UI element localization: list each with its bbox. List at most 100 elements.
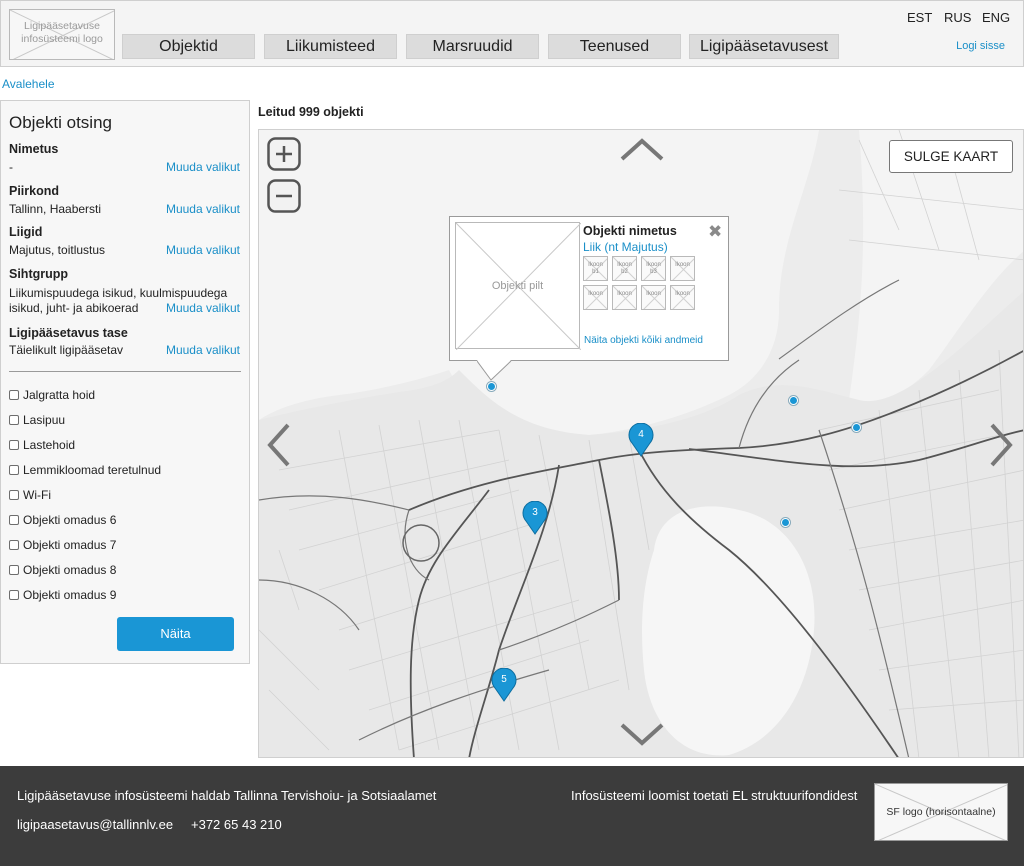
option-lasipuu[interactable]: Lasipuu (9, 412, 65, 428)
option-omadus-8[interactable]: Objekti omadus 8 (9, 562, 116, 578)
map-marker-dot[interactable] (852, 423, 861, 432)
footer-phone: +372 65 43 210 (191, 817, 282, 832)
filter-value-piirkond: Tallinn, Haabersti (9, 202, 102, 216)
pan-left-icon[interactable] (265, 422, 291, 468)
icon-placeholder-cross (671, 286, 694, 309)
change-piirkond-link[interactable]: Muuda valikut (166, 202, 240, 216)
option-label: Lastehoid (23, 438, 76, 452)
site-logo[interactable]: Ligipääsetavuse infosüsteemi logo (9, 9, 115, 60)
lang-rus[interactable]: RUS (944, 10, 971, 25)
nav-marsruudid[interactable]: Marsruudid (406, 34, 539, 59)
option-label: Jalgratta hoid (23, 388, 96, 402)
login-link[interactable]: Logi sisse (956, 40, 1005, 52)
close-map-button[interactable]: SULGE KAART (889, 140, 1013, 173)
nav-teenused[interactable]: Teenused (548, 34, 681, 59)
icon-label: Ikoon b2 (617, 262, 632, 275)
header: Ligipääsetavuse infosüsteemi logo Objekt… (0, 0, 1024, 67)
pan-right-icon[interactable] (989, 422, 1015, 468)
option-omadus-9[interactable]: Objekti omadus 9 (9, 587, 116, 603)
footer-email[interactable]: ligipaasetavus@tallinnlv.ee (17, 817, 173, 832)
filter-value-tase: Täielikult ligipääsetav (9, 343, 124, 357)
search-sidebar: Objekti otsing Nimetus - Muuda valikut P… (0, 100, 250, 664)
checkbox[interactable] (9, 490, 19, 500)
icon-label: Ikoon (646, 291, 661, 297)
option-jalgratta-hoid[interactable]: Jalgratta hoid (9, 387, 95, 403)
object-image-placeholder: Objekti pilt (455, 222, 581, 350)
map-pin-5[interactable]: 5 (491, 667, 517, 702)
checkbox[interactable] (9, 515, 19, 525)
option-omadus-7[interactable]: Objekti omadus 7 (9, 537, 116, 553)
footer-maintainer: Ligipääsetavuse infosüsteemi haldab Tall… (17, 788, 437, 803)
pan-down-icon[interactable] (619, 722, 665, 748)
pan-up-icon[interactable] (619, 136, 665, 162)
option-lastehoid[interactable]: Lastehoid (9, 437, 75, 453)
change-sihtgrupp-link[interactable]: Muuda valikut (166, 301, 240, 315)
feature-icon: Ikoon (670, 256, 695, 281)
checkbox[interactable] (9, 415, 19, 425)
pin-number: 4 (638, 429, 644, 440)
object-name: Objekti nimetus (583, 224, 677, 238)
object-type: Liik (nt Majutus) (583, 240, 668, 254)
checkbox[interactable] (9, 465, 19, 475)
option-label: Objekti omadus 8 (23, 563, 117, 577)
feature-icon: Ikoon (583, 285, 608, 310)
option-label: Wi-Fi (23, 488, 51, 502)
nav-liikumisteed[interactable]: Liikumisteed (264, 34, 397, 59)
option-wifi[interactable]: Wi-Fi (9, 487, 51, 503)
checkbox[interactable] (9, 540, 19, 550)
feature-icon: Ikoon (670, 285, 695, 310)
change-nimetus-link[interactable]: Muuda valikut (166, 160, 240, 174)
map-marker-dot[interactable] (789, 396, 798, 405)
object-image-label: Objekti pilt (491, 280, 544, 292)
option-label: Objekti omadus 7 (23, 538, 117, 552)
icon-label: Ikoon (588, 291, 603, 297)
feature-icon-b2: Ikoon b2 (612, 256, 637, 281)
map-marker-dot[interactable] (487, 382, 496, 391)
icon-placeholder-cross (613, 286, 636, 309)
change-tase-link[interactable]: Muuda valikut (166, 343, 240, 357)
feature-icon-b3: Ikoon b3 (641, 256, 666, 281)
filter-label-piirkond: Piirkond (9, 184, 60, 198)
icon-label: Ikoon b3 (646, 262, 661, 275)
map-pin-3[interactable]: 3 (522, 500, 548, 535)
checkbox[interactable] (9, 440, 19, 450)
feature-icon-b1: Ikoon b1 (583, 256, 608, 281)
filter-label-sihtgrupp: Sihtgrupp (9, 267, 69, 281)
map-view[interactable]: SULGE KAART 4 3 5 Objekti pilt Objekti n… (258, 129, 1024, 758)
option-label: Objekti omadus 6 (23, 513, 117, 527)
show-results-button[interactable]: Näita (117, 617, 234, 651)
icon-placeholder-cross (642, 286, 665, 309)
zoom-in-icon[interactable] (267, 137, 301, 171)
map-pin-4[interactable]: 4 (628, 422, 654, 457)
lang-est[interactable]: EST (907, 10, 932, 25)
option-lemmikloomad[interactable]: Lemmikloomad teretulnud (9, 462, 161, 478)
map-marker-dot[interactable] (781, 518, 790, 527)
results-count: Leitud 999 objekti (258, 105, 364, 119)
nav-ligipaasetavusest[interactable]: Ligipääsetavusest (689, 34, 839, 59)
close-popup-icon[interactable]: ✖ (708, 223, 722, 240)
checkbox[interactable] (9, 590, 19, 600)
checkbox[interactable] (9, 565, 19, 575)
change-liigid-link[interactable]: Muuda valikut (166, 243, 240, 257)
footer: Ligipääsetavuse infosüsteemi haldab Tall… (0, 766, 1024, 866)
icon-label: Ikoon (675, 262, 690, 268)
sf-logo-text: SF logo (horisontaalne) (886, 806, 996, 818)
checkbox[interactable] (9, 390, 19, 400)
lang-eng[interactable]: ENG (982, 10, 1010, 25)
nav-objektid[interactable]: Objektid (122, 34, 255, 59)
sidebar-divider (9, 371, 241, 372)
pin-number: 5 (501, 674, 507, 685)
breadcrumb-home[interactable]: Avalehele (2, 77, 55, 91)
icon-label: Ikoon (675, 291, 690, 297)
zoom-out-icon[interactable] (267, 179, 301, 213)
popup-pointer (477, 360, 512, 381)
filter-label-liigid: Liigid (9, 225, 43, 239)
option-label: Lasipuu (23, 413, 66, 427)
show-all-object-data-link[interactable]: Näita objekti kõiki andmeid (584, 335, 703, 346)
option-omadus-6[interactable]: Objekti omadus 6 (9, 512, 116, 528)
filter-label-tase: Ligipääsetavus tase (9, 326, 128, 340)
pin-number: 3 (532, 507, 538, 518)
filter-value-liigid: Majutus, toitlustus (9, 243, 106, 257)
logo-text: Ligipääsetavuse infosüsteemi logo (21, 20, 103, 45)
sidebar-title: Objekti otsing (9, 113, 112, 132)
